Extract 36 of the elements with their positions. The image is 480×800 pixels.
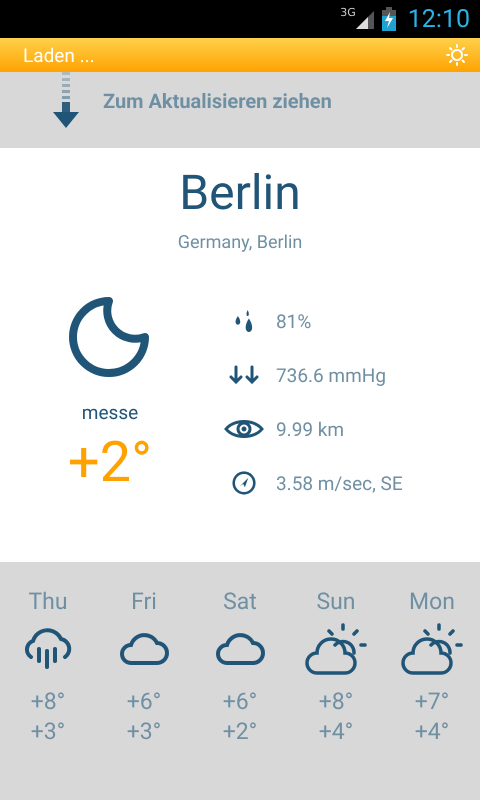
forecast-day: Fri (131, 588, 157, 615)
partly-cloudy-icon (305, 623, 367, 677)
eye-icon (224, 417, 264, 441)
detail-value: 736.6 mmHg (276, 364, 386, 386)
high-temperature: +8° (318, 687, 354, 717)
low-temperature: +3° (126, 717, 162, 747)
condition-label: messe (82, 401, 138, 424)
region-label: Germany, Berlin (178, 232, 302, 253)
clock-time: 12:10 (408, 4, 470, 34)
high-temperature: +7° (414, 687, 450, 717)
low-temperature: +3° (30, 717, 66, 747)
forecast-day: Thu (28, 588, 68, 615)
network-label: 3G (340, 6, 356, 19)
high-temperature: +6° (126, 687, 162, 717)
down-arrow-icon (53, 72, 79, 128)
partly-cloudy-icon (401, 623, 463, 677)
pull-to-refresh-hint: Zum Aktualisieren ziehen (103, 89, 332, 113)
low-temperature: +4° (318, 717, 354, 747)
detail-value: 81% (276, 310, 312, 332)
low-temperature: +2° (222, 717, 258, 747)
high-temperature: +8° (30, 687, 66, 717)
high-temperature: +6° (222, 687, 258, 717)
low-temperature: +4° (414, 717, 450, 747)
city-name: Berlin (179, 164, 301, 222)
sun-icon[interactable] (446, 44, 468, 66)
forecast-day: Mon (409, 588, 455, 615)
app-title: Laden ... (23, 44, 95, 66)
detail-value: 3.58 m/sec, SE (276, 472, 403, 494)
current-temperature: +2° (68, 430, 152, 494)
compass-icon (230, 471, 258, 495)
detail-value: 9.99 km (276, 418, 344, 440)
battery-charging-icon (382, 7, 396, 31)
forecast-day: Sat (223, 588, 257, 615)
forecast-day: Sun (316, 588, 356, 615)
humidity-icon (234, 310, 254, 332)
double-down-arrow-icon (229, 363, 259, 387)
